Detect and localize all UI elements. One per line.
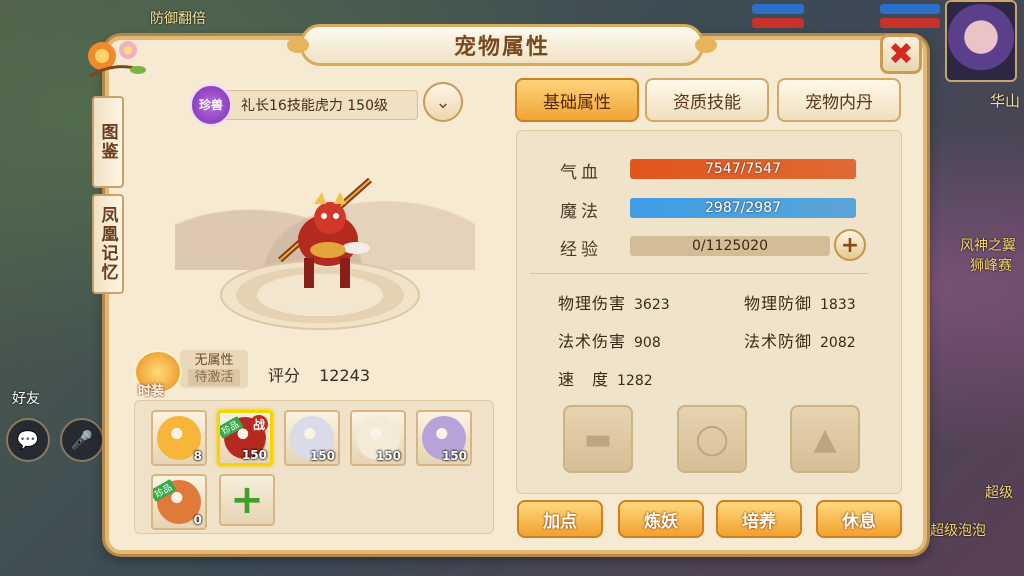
bg-player-name: 华山: [990, 92, 1021, 110]
flower-decoration-icon: [88, 41, 146, 78]
pet-model-icon[interactable]: [270, 170, 380, 310]
tab-pet-core[interactable]: 宠物内丹: [777, 78, 901, 122]
bg-side-text: 超级: [985, 485, 1013, 501]
add-exp-button[interactable]: +: [834, 229, 866, 261]
score-value: 12243: [319, 366, 371, 385]
microphone-icon[interactable]: 🎤: [60, 418, 104, 462]
pet-name: 礼长16技能虎力 150级: [241, 98, 388, 114]
pet-level: 8: [193, 449, 202, 463]
pet-score: 评分 12243: [268, 362, 370, 386]
bg-side-text: 超级泡泡: [930, 523, 986, 539]
pet-slot[interactable]: 150: [416, 410, 472, 466]
exp-label: 经验: [560, 240, 602, 260]
chat-icon[interactable]: 💬: [6, 418, 50, 462]
bg-status-bar: [752, 18, 804, 28]
stat-label: 法术防御: [744, 332, 813, 351]
tab-phoenix-memory[interactable]: 凤凰记忆: [92, 194, 124, 294]
bg-status-bar: [880, 4, 940, 14]
score-label: 评分: [268, 366, 301, 385]
fashion-label[interactable]: 时装: [138, 380, 164, 399]
stat-label: 法术伤害: [558, 332, 627, 351]
activation-status: 待激活: [188, 369, 240, 386]
equip-slot-scroll-icon[interactable]: ▬: [563, 405, 633, 473]
pet-element-status: 无属性 待激活: [180, 350, 248, 388]
pet-slot[interactable]: 150: [284, 410, 340, 466]
add-pet-button[interactable]: +: [219, 474, 275, 526]
mp-bar: 2987/2987: [630, 198, 856, 218]
rarity-badge: 珍兽: [190, 84, 232, 126]
pet-level: 0: [193, 513, 202, 527]
bg-status-bar: [752, 4, 804, 14]
mp-value: 2987/2987: [705, 200, 781, 216]
mag-def-stat: 法术防御 2082: [744, 328, 856, 352]
bg-side-text: 风神之翼: [960, 238, 1016, 254]
equip-slot-armor-icon[interactable]: ▲: [790, 405, 860, 473]
bg-status-bar: [880, 18, 940, 28]
pet-name-bar: 礼长16技能虎力 150级: [218, 90, 418, 120]
stat-value: 3623: [634, 297, 670, 313]
stat-value: 1282: [617, 373, 653, 389]
mag-atk-stat: 法术伤害 908: [558, 328, 661, 352]
player-avatar[interactable]: [945, 0, 1017, 82]
stat-value: 1833: [820, 297, 856, 313]
stat-value: 2082: [820, 335, 856, 351]
pet-level: 150: [241, 448, 267, 462]
hp-label: 气血: [560, 163, 602, 183]
allocate-points-button[interactable]: 加点: [517, 500, 603, 538]
exp-bar: 0/1125020: [630, 236, 830, 256]
stat-value: 908: [634, 335, 661, 351]
battle-badge: 战: [250, 415, 268, 433]
pet-slot[interactable]: 珍品战 150: [217, 410, 273, 466]
pet-slot[interactable]: 8: [151, 410, 207, 466]
mp-label: 魔法: [560, 202, 602, 222]
pet-display: [155, 130, 485, 350]
tab-pet-codex[interactable]: 图鉴: [92, 96, 124, 188]
friends-label[interactable]: 好友: [12, 388, 40, 408]
stat-label: 速 度: [558, 370, 610, 389]
close-button[interactable]: ✖: [880, 34, 922, 74]
pet-select-dropdown[interactable]: ⌄: [423, 82, 463, 122]
refine-demon-button[interactable]: 炼妖: [618, 500, 704, 538]
divider: [530, 273, 868, 274]
hp-bar: 7547/7547: [630, 159, 856, 179]
phys-def-stat: 物理防御 1833: [744, 290, 856, 314]
pet-level: 150: [441, 449, 467, 463]
tab-aptitude-skills[interactable]: 资质技能: [645, 78, 769, 122]
cultivate-button[interactable]: 培养: [716, 500, 802, 538]
pet-level: 150: [309, 449, 335, 463]
bg-banner-text: 防御翻倍: [150, 11, 206, 27]
bg-side-text: 狮峰赛: [970, 258, 1012, 274]
element-label: 无属性: [194, 353, 234, 368]
hp-value: 7547/7547: [705, 161, 781, 177]
pet-slot[interactable]: 150: [350, 410, 406, 466]
stat-label: 物理防御: [744, 294, 813, 313]
equip-slot-necklace-icon[interactable]: ◯: [677, 405, 747, 473]
pet-slot[interactable]: 珍品 0: [151, 474, 207, 530]
stat-label: 物理伤害: [558, 294, 627, 313]
exp-value: 0/1125020: [692, 238, 768, 254]
rest-button[interactable]: 休息: [816, 500, 902, 538]
pet-level: 150: [375, 449, 401, 463]
speed-stat: 速 度 1282: [558, 366, 653, 390]
phys-atk-stat: 物理伤害 3623: [558, 290, 670, 314]
window-title: 宠物属性: [287, 24, 717, 66]
tab-basic-attributes[interactable]: 基础属性: [515, 78, 639, 122]
